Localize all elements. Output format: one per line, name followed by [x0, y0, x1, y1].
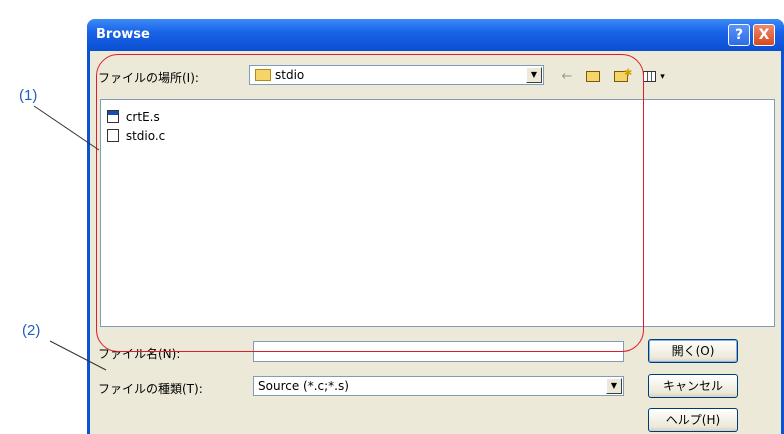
folder-icon	[255, 69, 271, 81]
file-name-label: ファイル名(N):	[98, 347, 181, 361]
file-name-field[interactable]	[253, 341, 624, 362]
list-item[interactable]: crtE.s	[107, 109, 160, 125]
chevron-down-icon[interactable]: ▼	[606, 378, 622, 394]
callout-1: (1)	[19, 87, 38, 104]
new-folder-icon[interactable]: ✱	[610, 67, 632, 87]
look-in-combo[interactable]: stdio ▼	[249, 65, 544, 85]
window-title: Browse	[96, 27, 150, 42]
look-in-label: ファイルの場所(I):	[98, 71, 199, 85]
file-type-combo[interactable]: Source (*.c;*.s) ▼	[253, 376, 624, 396]
c-file-icon	[107, 129, 119, 142]
file-list[interactable]: crtE.s stdio.c	[100, 99, 775, 327]
browse-dialog: Browse ? X ファイルの場所(I): stdio ▼ ← ✱ ▾ crt…	[87, 19, 784, 434]
dialog-body: ファイルの場所(I): stdio ▼ ← ✱ ▾ crtE.s stdio.c	[90, 51, 781, 434]
help-button[interactable]: ヘルプ(H)	[648, 408, 738, 432]
view-menu-icon[interactable]: ▾	[642, 67, 666, 87]
file-type-label: ファイルの種類(T):	[98, 382, 203, 396]
file-name-stdio: stdio.c	[125, 129, 166, 143]
chevron-down-icon[interactable]: ▼	[526, 67, 542, 83]
file-type-value: Source (*.c;*.s)	[258, 379, 349, 393]
help-titlebar-button[interactable]: ?	[728, 24, 750, 46]
back-icon[interactable]: ←	[558, 67, 576, 87]
close-button[interactable]: X	[753, 24, 775, 46]
open-button[interactable]: 開く(O)	[648, 339, 738, 363]
title-bar[interactable]: Browse ? X	[87, 19, 784, 51]
list-item[interactable]: stdio.c	[107, 128, 165, 144]
file-name-crt: crtE.s	[125, 110, 160, 124]
look-in-value: stdio	[275, 68, 305, 82]
cancel-button[interactable]: キャンセル	[648, 374, 738, 398]
callout-2: (2)	[22, 322, 41, 339]
up-folder-icon[interactable]	[584, 67, 602, 87]
asm-file-icon	[107, 110, 119, 123]
